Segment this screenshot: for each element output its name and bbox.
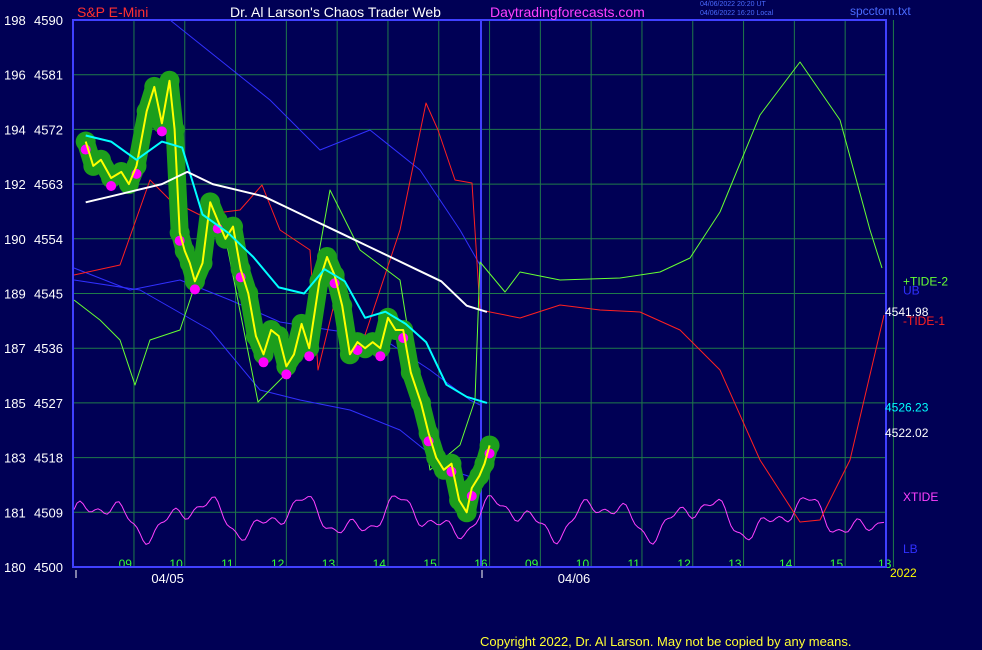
x-tick-label: 12 bbox=[271, 557, 285, 571]
y-tick-left-label: 196 bbox=[4, 68, 26, 83]
y-tick-left-label: 180 bbox=[4, 560, 26, 575]
y-tick-right-label: 4518 bbox=[34, 451, 63, 466]
price-low-dot bbox=[156, 126, 167, 137]
y-tick-right-label: 4545 bbox=[34, 287, 63, 302]
y-tick-right-label: 4572 bbox=[34, 122, 63, 137]
x-tick-label: 13 bbox=[728, 557, 742, 571]
right-label: UB bbox=[903, 283, 920, 297]
y-tick-left-label: 192 bbox=[4, 177, 26, 192]
y-tick-right-label: 4581 bbox=[34, 68, 63, 83]
x-tick-label: 14 bbox=[373, 557, 387, 571]
price-glow bbox=[77, 71, 499, 522]
y-tick-right-label: 4536 bbox=[34, 341, 63, 356]
y-tick-left-label: 189 bbox=[4, 287, 26, 302]
x-tick-label: 14 bbox=[779, 557, 793, 571]
x-tick-label: 11 bbox=[221, 557, 234, 571]
instrument-title: S&P E-Mini bbox=[77, 4, 149, 20]
y-tick-right-label: 4590 bbox=[34, 13, 63, 28]
y-tick-left-label: 194 bbox=[4, 122, 26, 137]
timestamp-ut: 04/06/2022 20:20 UT bbox=[700, 1, 766, 8]
x-tick-label: 10 bbox=[576, 557, 590, 571]
y-tick-right-label: 4554 bbox=[34, 232, 63, 247]
site-title[interactable]: Daytradingforecasts.com bbox=[490, 4, 645, 20]
right-label: -TIDE-1 bbox=[903, 314, 945, 328]
x-tick-label: 13 bbox=[322, 557, 336, 571]
price-low-dot bbox=[189, 284, 200, 295]
xtide-line bbox=[73, 495, 885, 545]
x-tick-label: 09 bbox=[525, 557, 539, 571]
y-tick-left-label: 185 bbox=[4, 396, 26, 411]
x-tick-label: 10 bbox=[169, 557, 183, 571]
x-tick-label: 11 bbox=[627, 557, 640, 571]
y-tick-right-label: 4509 bbox=[34, 505, 63, 520]
y-tick-left-label: 198 bbox=[4, 13, 26, 28]
date-label: 04/06 bbox=[558, 571, 591, 586]
right-label: 2022 bbox=[890, 566, 917, 580]
price-low-dot bbox=[281, 369, 292, 380]
x-tick-label: 12 bbox=[677, 557, 691, 571]
price-low-dot bbox=[106, 181, 117, 192]
price-low-dot bbox=[375, 351, 386, 362]
y-tick-left-label: 190 bbox=[4, 232, 26, 247]
right-label: LB bbox=[903, 542, 918, 556]
y-tick-right-label: 4563 bbox=[34, 177, 63, 192]
y-tick-left-label: 181 bbox=[4, 505, 26, 520]
price-low-dot bbox=[258, 357, 269, 368]
author-title: Dr. Al Larson's Chaos Trader Web bbox=[230, 4, 441, 20]
x-tick-label: 09 bbox=[119, 557, 133, 571]
y-tick-left-label: 183 bbox=[4, 451, 26, 466]
timestamp-local: 04/06/2022 16:20 Local bbox=[700, 10, 774, 17]
chart: 198 4590 196 4581 194 4572 192 4563 190 4554 189 45… bbox=[4, 13, 948, 586]
date-label: 04/05 bbox=[151, 571, 184, 586]
right-label: 4522.02 bbox=[885, 426, 929, 440]
copyright-text: Copyright 2022, Dr. Al Larson. May not b… bbox=[480, 634, 852, 649]
x-tick-label: 15 bbox=[830, 557, 844, 571]
data-file-name: spcctom.txt bbox=[850, 4, 911, 18]
y-tick-right-label: 4527 bbox=[34, 396, 63, 411]
y-tick-left-label: 187 bbox=[4, 341, 26, 356]
price-low-dot bbox=[304, 351, 315, 362]
x-tick-label: 15 bbox=[423, 557, 437, 571]
right-label: 4526.23 bbox=[885, 401, 929, 415]
right-label: XTIDE bbox=[903, 490, 938, 504]
y-tick-right-label: 4500 bbox=[34, 560, 63, 575]
